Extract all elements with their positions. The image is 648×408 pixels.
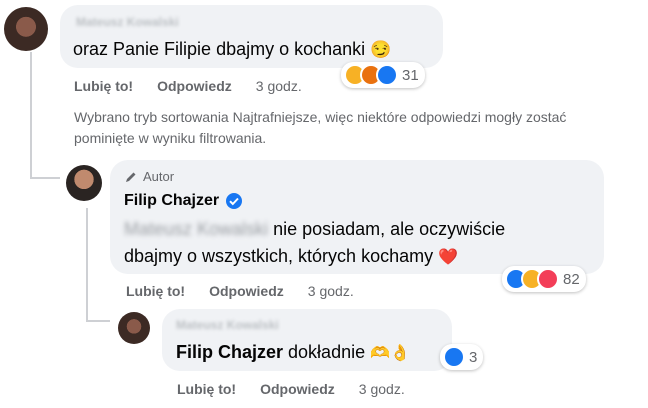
reply-button[interactable]: Odpowiedz [260,381,335,397]
reaction-count: 3 [469,348,478,366]
nested-commenter-avatar[interactable] [118,312,150,344]
reaction-summary[interactable]: 31 [341,62,425,88]
nested-reaction-summary[interactable]: 3 [440,344,484,370]
nested-reply-bubble: Mateusz Kowalski Filip Chajzer dokładnie… [162,309,452,371]
thread-branch [30,177,60,179]
author-badge: Autor [124,169,174,184]
like-reaction-icon [443,346,465,368]
reply-bubble: Autor Filip Chajzer Mateusz Kowalski nie… [110,160,604,274]
timestamp[interactable]: 3 godz. [359,381,405,397]
nested-reply-body: dokładnie [288,342,366,362]
heart-emoji: ❤️ [438,249,459,266]
author-badge-label: Autor [143,169,175,184]
reply-reaction-summary[interactable]: 82 [502,266,586,292]
reaction-count: 31 [402,66,419,84]
thread-line-nested [86,208,88,320]
thread-branch-nested [86,320,110,322]
comment-bubble: Mateusz Kowalski oraz Panie Filipie dbaj… [60,5,443,68]
nested-reply-author[interactable]: Mateusz Kowalski [176,318,279,332]
reply-text: Mateusz Kowalski nie posiadam, ale oczyw… [124,216,505,271]
nested-reply-text: Filip Chajzer dokładnie 🫶👌 [176,342,410,363]
sort-notice-line1: Wybrano tryb sortowania Najtrafniejsze, … [74,109,567,125]
mention-tag[interactable]: Filip Chajzer [176,342,283,362]
sort-notice: Wybrano tryb sortowania Najtrafniejsze, … [74,107,566,149]
reply-text-line1: nie posiadam, ale oczywiście [273,219,506,239]
comment-author[interactable]: Mateusz Kowalski [76,15,179,29]
like-reaction-icon [376,64,398,86]
smirk-emoji: 😏 [370,40,392,59]
timestamp[interactable]: 3 godz. [308,283,354,299]
like-button[interactable]: Lubię to! [177,381,236,397]
like-button[interactable]: Lubię to! [74,78,133,94]
reply-button[interactable]: Odpowiedz [209,283,284,299]
mention-tag[interactable]: Mateusz Kowalski [124,219,268,239]
commenter-avatar[interactable] [4,7,48,51]
verified-badge-icon [226,193,243,209]
sort-notice-line2: pominięte w wyniku filtrowania. [74,130,267,146]
thread-line [30,52,32,177]
reply-button[interactable]: Odpowiedz [157,78,232,94]
comment-text: oraz Panie Filipie dbajmy o kochanki 😏 [73,39,391,60]
nested-reply-actions: Lubię to! Odpowiedz 3 godz. [177,381,405,397]
hands-emoji: 🫶👌 [370,345,410,362]
reaction-count: 82 [563,270,580,288]
love-reaction-icon [537,268,559,290]
like-button[interactable]: Lubię to! [126,283,185,299]
timestamp[interactable]: 3 godz. [256,78,302,94]
comment-actions: Lubię to! Odpowiedz 3 godz. [74,78,302,94]
reply-actions: Lubię to! Odpowiedz 3 godz. [126,283,354,299]
reply-text-line2: dbajmy o wszystkich, których kochamy [124,246,434,266]
reply-author-row: Filip Chajzer [124,192,243,210]
comment-body: oraz Panie Filipie dbajmy o kochanki [73,39,366,59]
pen-icon [126,172,136,182]
author-avatar[interactable] [66,165,102,201]
reply-author[interactable]: Filip Chajzer [124,192,219,210]
